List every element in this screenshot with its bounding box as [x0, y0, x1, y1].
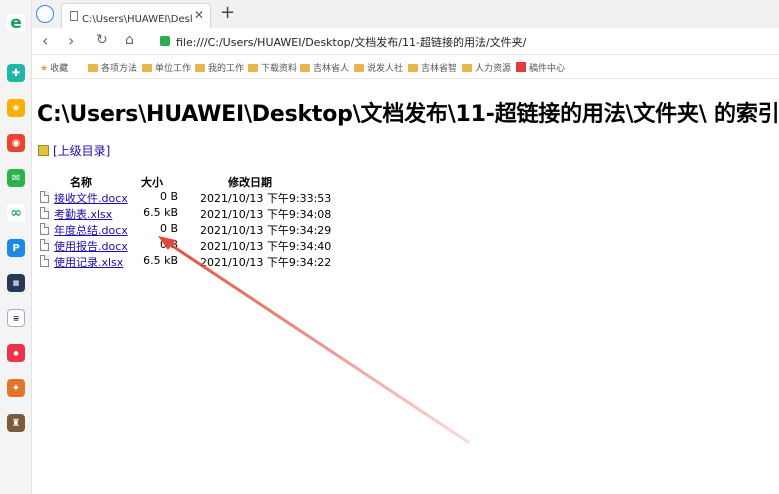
annotation-arrow-icon: [158, 236, 470, 444]
screen: e ✚ ★ ◉ ✉ ∞ P ▦ ≡ ● ✦ ♜ C:\Users\HUAWEI\…: [0, 0, 779, 494]
